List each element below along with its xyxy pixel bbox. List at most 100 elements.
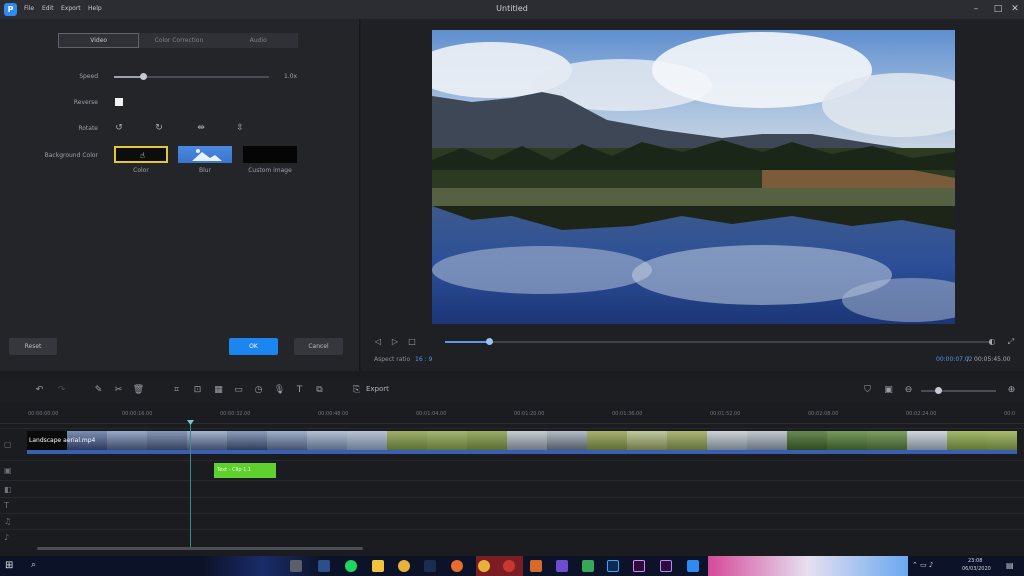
redo-icon[interactable]: ↷ — [55, 384, 68, 397]
opera-icon[interactable] — [503, 560, 515, 572]
clock-date[interactable]: 06/03/2020 — [962, 566, 991, 572]
mosaic-icon[interactable]: ▦ — [212, 384, 225, 397]
aspect-ratio-value[interactable]: 16 : 9 — [415, 356, 432, 363]
preview-panel: ◁ ▷ □ ◐ ⤢ Aspect ratio 16 : 9 00:00:07.0… — [361, 19, 1024, 371]
spotify-icon[interactable] — [345, 560, 357, 572]
zoom-out-icon[interactable]: ⊖ — [902, 384, 915, 397]
tab-video[interactable]: Video — [58, 33, 140, 48]
flip-vertical-icon[interactable]: ⇳ — [234, 122, 246, 134]
snapshot-icon[interactable]: ◐ — [987, 337, 997, 347]
rotate-left-icon[interactable]: ↺ — [113, 122, 125, 134]
undo-icon[interactable]: ↶ — [33, 384, 46, 397]
system-tray-icons[interactable]: ⌃ ▭ ♪ — [912, 561, 933, 569]
taskbar-wallpaper-decor — [708, 556, 908, 576]
tick-label: 00:01:52.00 — [710, 411, 741, 417]
playback-progress-fill — [445, 341, 489, 343]
windows-start-icon[interactable]: ⊞ — [5, 560, 13, 571]
clock-time[interactable]: 23:08 — [968, 558, 982, 564]
premiere-icon[interactable] — [633, 560, 645, 572]
video-clip[interactable] — [27, 431, 1017, 454]
fit-timeline-icon[interactable]: ▣ — [882, 384, 895, 397]
speed-slider-thumb[interactable] — [140, 73, 148, 80]
bg-option-blur[interactable] — [178, 146, 232, 163]
track-divider — [0, 480, 1024, 481]
editor-app-icon[interactable] — [687, 560, 699, 572]
close-icon[interactable]: ✕ — [1009, 3, 1021, 15]
rotate-label: Rotate — [78, 125, 98, 132]
voiceover-icon[interactable]: 🎙 — [273, 384, 286, 397]
edit-icon[interactable]: ✎ — [92, 384, 105, 397]
track-divider — [0, 460, 1024, 461]
notifications-icon[interactable]: ▤ — [1006, 561, 1014, 570]
rotate-right-icon[interactable]: ↻ — [153, 122, 165, 134]
landscape-frame — [432, 30, 955, 324]
tick-label: 00:00:48.00 — [318, 411, 349, 417]
after-effects-icon[interactable] — [660, 560, 672, 572]
bg-option-custom-image[interactable] — [243, 146, 297, 163]
stop-icon[interactable]: □ — [407, 337, 417, 347]
play-icon[interactable]: ▷ — [390, 337, 400, 347]
file-explorer-icon[interactable] — [372, 560, 384, 572]
timeline-ruler[interactable]: 00:00:00.00 00:00:16.00 00:00:32.00 00:0… — [0, 406, 1024, 424]
timeline-scrollbar[interactable] — [37, 547, 363, 550]
timeline-zoom-thumb[interactable] — [934, 387, 942, 394]
filter-track-icon: ◧ — [4, 485, 12, 494]
overlay-track-icon: ▣ — [4, 466, 12, 475]
playhead-line[interactable] — [190, 422, 191, 548]
search-icon[interactable]: ⌕ — [31, 560, 36, 570]
ok-button[interactable]: OK — [229, 338, 278, 355]
cancel-button[interactable]: Cancel — [294, 338, 343, 355]
firefox-icon[interactable] — [451, 560, 463, 572]
voice-track-icon: ♪ — [4, 533, 10, 542]
zoom-icon[interactable]: ⊡ — [191, 384, 204, 397]
crop-icon[interactable]: ⌗ — [170, 384, 183, 397]
track-divider — [0, 513, 1024, 514]
taskbar-search-decor — [203, 556, 323, 576]
background-color-label: Background Color — [44, 152, 98, 159]
playback-progress-track[interactable] — [445, 341, 990, 343]
steam-icon[interactable] — [424, 560, 436, 572]
duration-icon[interactable]: ◷ — [252, 384, 265, 397]
detach-audio-icon[interactable]: ⧉ — [313, 384, 326, 397]
tick-label: 00:02:24.00 — [906, 411, 937, 417]
reverse-checkbox[interactable] — [115, 98, 123, 106]
tab-bar: Video Color Correction Audio — [58, 33, 298, 48]
chrome-icon[interactable] — [398, 560, 410, 572]
export-button[interactable]: Export — [366, 385, 389, 393]
window-title: Untitled — [496, 4, 528, 13]
track-divider — [0, 497, 1024, 498]
previous-frame-icon[interactable]: ◁ — [373, 337, 383, 347]
minimize-icon[interactable]: – — [970, 3, 982, 15]
reset-button[interactable]: Reset — [9, 338, 57, 355]
tick-label: 00:02:08.00 — [808, 411, 839, 417]
bg-option-color[interactable]: ☝ — [114, 146, 168, 163]
split-icon[interactable]: ✂ — [112, 384, 125, 397]
freeze-frame-icon[interactable]: ▭ — [232, 384, 245, 397]
chrome-alt-icon[interactable] — [478, 560, 490, 572]
flip-horizontal-icon[interactable]: ⇹ — [195, 122, 207, 134]
speed-slider-fill — [114, 76, 144, 78]
properties-panel: Video Color Correction Audio Speed 1.0x … — [0, 19, 360, 371]
text-icon[interactable]: T — [293, 384, 306, 397]
tab-audio[interactable]: Audio — [219, 33, 298, 48]
fullscreen-icon[interactable]: ⤢ — [1006, 337, 1016, 347]
total-time: 00:05:45.00 — [974, 356, 1011, 363]
timeline-zoom-slider[interactable] — [921, 390, 996, 392]
delete-icon[interactable]: 🗑 — [132, 384, 145, 397]
zoom-in-icon[interactable]: ⊕ — [1005, 384, 1018, 397]
app-icon-green[interactable] — [582, 560, 594, 572]
app-icon-orange[interactable] — [530, 560, 542, 572]
text-clip[interactable]: Text - Clip 1.1 — [214, 463, 276, 478]
photoshop-icon[interactable] — [607, 560, 619, 572]
bg-option-blur-caption: Blur — [198, 167, 212, 174]
taskview-icon[interactable] — [290, 560, 302, 572]
tab-color-correction[interactable]: Color Correction — [139, 33, 218, 48]
marker-icon[interactable]: ⛉ — [861, 384, 874, 397]
app-icon-purple[interactable] — [556, 560, 568, 572]
time-separator: / — [967, 356, 970, 363]
app-icon-store[interactable] — [318, 560, 330, 572]
maximize-icon[interactable]: □ — [992, 3, 1004, 15]
bg-option-color-caption: Color — [133, 167, 149, 174]
playback-progress-thumb[interactable] — [485, 338, 493, 345]
windows-taskbar: ⊞ ⌕ ⌃ ▭ ♪ — [0, 556, 1024, 576]
